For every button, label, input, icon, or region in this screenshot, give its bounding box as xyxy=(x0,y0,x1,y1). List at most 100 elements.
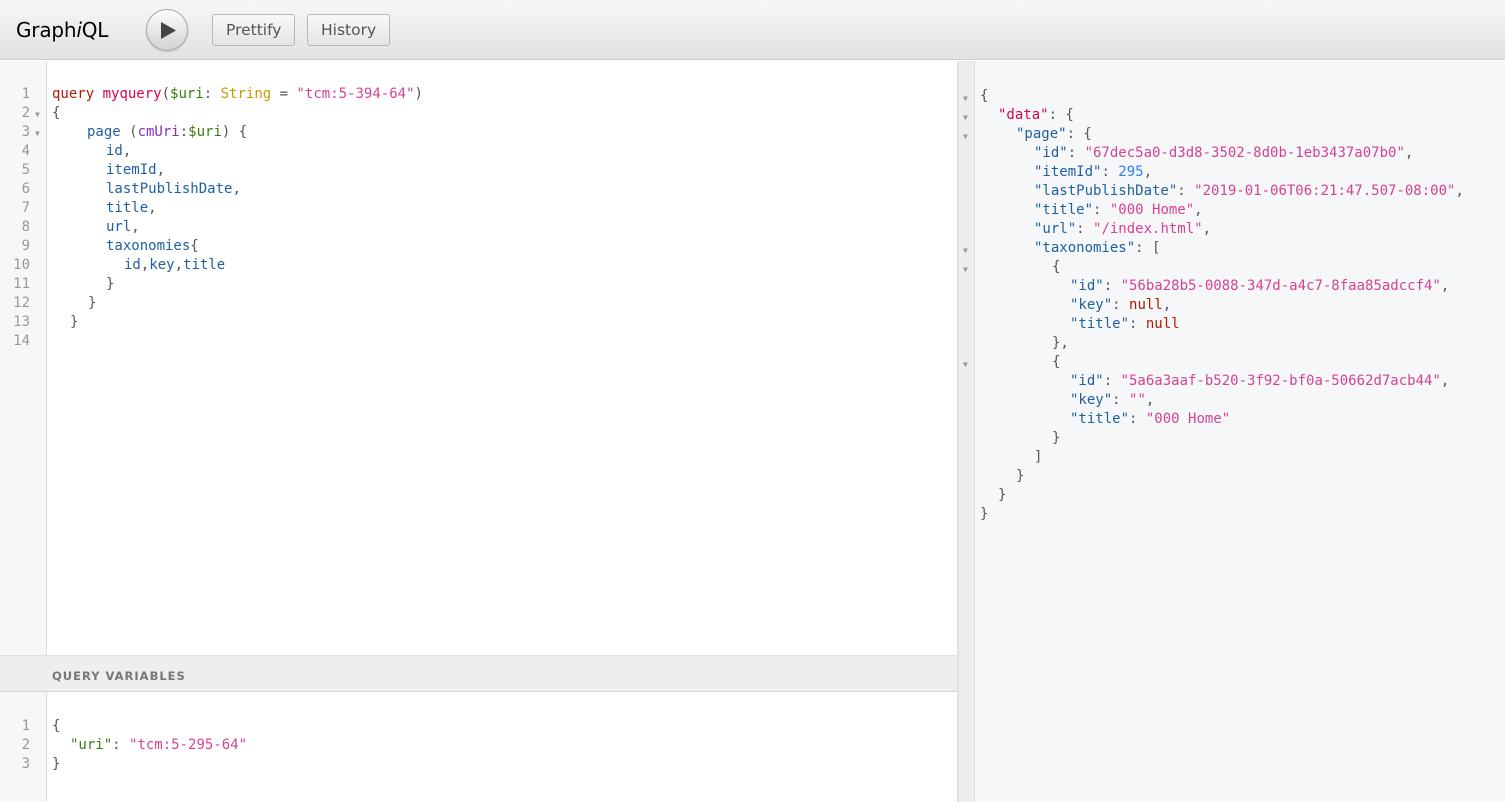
query-editor[interactable]: 1 2 3 4 5 6 7 8 9 10 11 12 13 14 ▼ ▼ que… xyxy=(0,61,957,655)
json-line: { xyxy=(1052,354,1061,370)
json-line: { xyxy=(1052,259,1061,275)
execute-query-button[interactable] xyxy=(146,9,188,51)
json-line: "id": "67dec5a0-d3d8-3502-8d0b-1eb3437a0… xyxy=(1034,144,1413,163)
punctuation: : xyxy=(1103,278,1121,294)
json-key: "data" xyxy=(998,107,1049,123)
operation-name: myquery xyxy=(102,86,162,102)
json-line: }, xyxy=(1052,335,1069,351)
json-line: { xyxy=(980,88,989,104)
line-number: 8 xyxy=(21,219,30,235)
fold-arrow-icon[interactable]: ▼ xyxy=(963,241,968,260)
fold-arrow-icon[interactable]: ▼ xyxy=(963,89,968,108)
result-gutter xyxy=(959,61,975,802)
toolbar: GraphiQL Prettify History xyxy=(0,0,1505,60)
json-value: "000 Home" xyxy=(1145,411,1231,427)
code-line: { xyxy=(52,105,61,121)
punctuation: : [ xyxy=(1135,240,1161,256)
code-line: "uri": "tcm:5-295-64" xyxy=(70,736,247,755)
punctuation: , xyxy=(1440,278,1450,294)
fold-arrow-icon[interactable]: ▼ xyxy=(963,355,968,374)
punctuation: ) { xyxy=(221,124,248,140)
json-line: "itemId": 295, xyxy=(1034,163,1152,182)
json-key: "title" xyxy=(1070,316,1130,332)
json-value: "67dec5a0-d3d8-3502-8d0b-1eb3437a07b0" xyxy=(1084,145,1405,161)
punctuation: , xyxy=(1455,183,1464,199)
json-value: "56ba28b5-0088-347d-a4c7-8faa85adccf4" xyxy=(1120,278,1441,294)
field-token: itemId xyxy=(106,162,157,178)
punctuation: ( xyxy=(120,124,138,140)
punctuation: ( xyxy=(161,86,171,102)
punctuation: : xyxy=(1129,411,1146,427)
field-token: taxonomies xyxy=(106,238,191,254)
punctuation: : xyxy=(1076,221,1094,237)
punctuation: : xyxy=(179,124,189,140)
punctuation: { xyxy=(190,238,199,254)
json-line: } xyxy=(998,487,1007,503)
code-line: itemId, xyxy=(106,161,165,180)
json-line: "title": null xyxy=(1070,315,1180,334)
code-line: lastPublishDate, xyxy=(106,180,241,199)
history-button[interactable]: History xyxy=(307,14,391,46)
query-variables-editor[interactable]: 1 2 3 { "uri": "tcm:5-295-64" } xyxy=(0,692,957,802)
logo-text-suffix: QL xyxy=(81,18,109,42)
field-token: id xyxy=(106,143,123,159)
punctuation: , xyxy=(232,181,241,197)
punctuation: , xyxy=(174,257,184,273)
json-line: "key": null, xyxy=(1070,296,1171,315)
code-line: { xyxy=(52,718,61,734)
punctuation: : { xyxy=(1066,126,1092,142)
punctuation: , xyxy=(1162,297,1172,313)
code-line: } xyxy=(70,314,79,330)
punctuation: : xyxy=(1129,316,1146,332)
punctuation: : xyxy=(1101,164,1119,180)
field-token: page xyxy=(87,124,121,140)
punctuation: , xyxy=(156,162,166,178)
punctuation: : xyxy=(1103,373,1121,389)
punctuation: , xyxy=(131,219,140,235)
json-key: "key" xyxy=(1070,392,1113,408)
line-number: 6 xyxy=(21,181,30,197)
fold-arrow-icon[interactable]: ▼ xyxy=(963,127,968,146)
json-key: "id" xyxy=(1070,373,1104,389)
json-value: null xyxy=(1129,297,1163,313)
fold-arrow-icon[interactable]: ▼ xyxy=(35,105,40,124)
field-token: lastPublishDate xyxy=(106,181,233,197)
punctuation: : xyxy=(1177,183,1195,199)
line-number: 2 xyxy=(21,105,30,121)
query-variables-title: QUERY VARIABLES xyxy=(52,669,186,683)
string-token: "tcm:5-394-64" xyxy=(296,86,415,102)
punctuation: , xyxy=(1143,164,1153,180)
code-line: page (cmUri:$uri) { xyxy=(87,123,247,142)
json-line: ] xyxy=(1034,449,1043,465)
json-line: } xyxy=(980,506,989,522)
json-key: "taxonomies" xyxy=(1034,240,1136,256)
field-token: id xyxy=(124,257,141,273)
punctuation: : xyxy=(1112,392,1130,408)
line-number: 11 xyxy=(13,276,30,292)
json-key: "id" xyxy=(1070,278,1104,294)
json-line: } xyxy=(1052,430,1061,446)
variable-token: $uri xyxy=(188,124,222,140)
fold-arrow-icon[interactable]: ▼ xyxy=(963,108,968,127)
punctuation: : { xyxy=(1048,107,1074,123)
code-line: taxonomies{ xyxy=(106,237,199,256)
json-value: "" xyxy=(1129,392,1146,408)
keyword-token: query xyxy=(52,86,95,102)
json-value: "000 Home" xyxy=(1109,202,1195,218)
prettify-button[interactable]: Prettify xyxy=(212,14,296,46)
type-token: String xyxy=(220,86,272,102)
punctuation: ) xyxy=(414,86,423,102)
line-number: 3 xyxy=(21,756,30,772)
line-number: 9 xyxy=(21,238,30,254)
json-key: "page" xyxy=(1016,126,1067,142)
fold-arrow-icon[interactable]: ▼ xyxy=(963,260,968,279)
query-variables-header[interactable]: QUERY VARIABLES xyxy=(0,655,957,692)
punctuation: : xyxy=(112,737,130,753)
app-logo: GraphiQL xyxy=(16,18,108,42)
json-line: "data": { xyxy=(998,106,1074,125)
line-number: 1 xyxy=(21,718,30,734)
result-viewer: ▼ ▼ ▼ ▼ ▼ ▼ { "data": { "page": { "id": … xyxy=(959,61,1505,802)
fold-arrow-icon[interactable]: ▼ xyxy=(35,124,40,143)
json-key: "key" xyxy=(1070,297,1113,313)
line-number: 2 xyxy=(21,737,30,753)
